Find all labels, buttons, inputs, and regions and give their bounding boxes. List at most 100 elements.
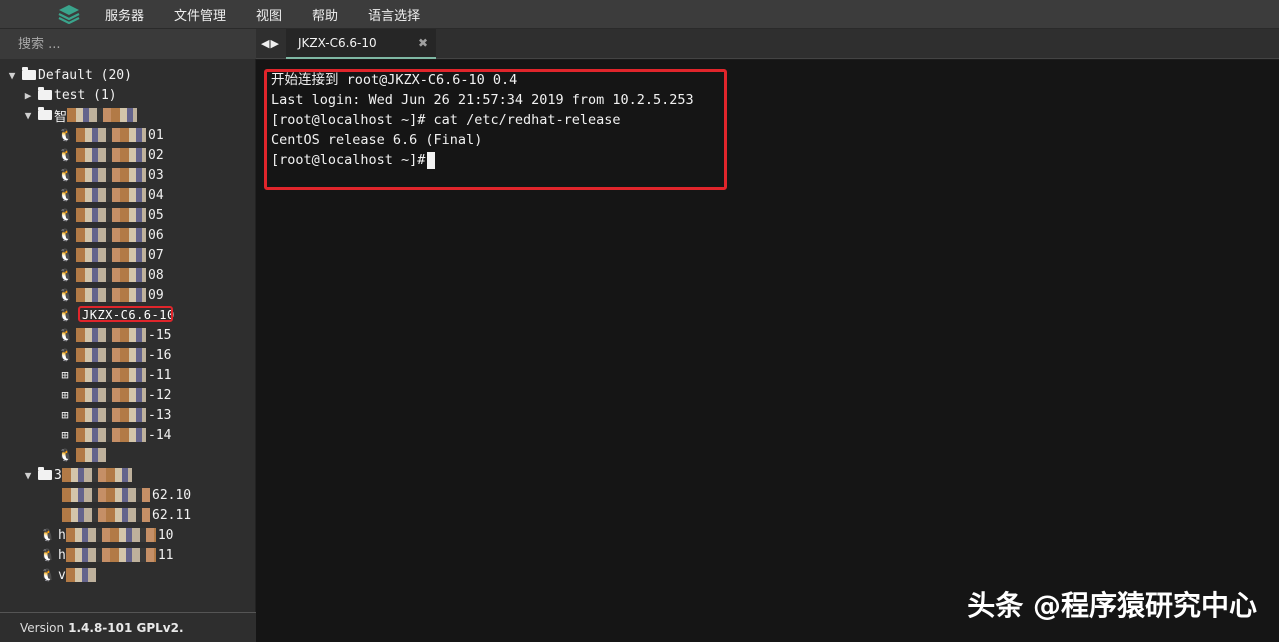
terminal-line: Last login: Wed Jun 26 21:57:34 2019 fro… bbox=[271, 92, 694, 108]
tree-folder-group3[interactable]: ▼ 3 bbox=[0, 465, 256, 485]
tree-host[interactable]: 🐧 08 bbox=[0, 265, 256, 285]
menu-file-manager[interactable]: 文件管理 bbox=[174, 5, 226, 24]
linux-icon: 🐧 bbox=[58, 208, 73, 222]
tree-host[interactable]: 🐧 09 bbox=[0, 285, 256, 305]
host-label: 09 bbox=[148, 287, 164, 303]
host-label: 01 bbox=[148, 127, 164, 143]
host-label: h bbox=[58, 547, 66, 563]
tree-folder-group2[interactable]: ▼ 智 bbox=[0, 105, 256, 125]
host-label: v bbox=[58, 567, 66, 583]
linux-icon: 🐧 bbox=[58, 168, 73, 182]
host-label: -13 bbox=[148, 407, 172, 423]
terminal-output: 开始连接到 root@JKZX-C6.6-10 0.4 Last login: … bbox=[271, 70, 694, 170]
tree-host[interactable]: 🐧 07 bbox=[0, 245, 256, 265]
selection-highlight bbox=[78, 306, 173, 322]
menu-view[interactable]: 视图 bbox=[256, 5, 282, 24]
tree-host[interactable]: 🐧 04 bbox=[0, 185, 256, 205]
tree-host[interactable]: 🐧 h 10 bbox=[0, 525, 256, 545]
redacted-text bbox=[76, 188, 146, 202]
folder-open-icon bbox=[22, 67, 36, 80]
host-label: 11 bbox=[157, 547, 174, 563]
linux-icon: 🐧 bbox=[40, 528, 55, 542]
linux-icon: 🐧 bbox=[58, 448, 73, 462]
tree-host[interactable]: 🐧 06 bbox=[0, 225, 256, 245]
redacted-text bbox=[76, 328, 146, 342]
linux-icon: 🐧 bbox=[58, 288, 73, 302]
host-label: 03 bbox=[148, 167, 164, 183]
tree-host[interactable]: 🐧 05 bbox=[0, 205, 256, 225]
tree-host[interactable]: 62.10 bbox=[0, 485, 256, 505]
host-label: 06 bbox=[148, 227, 164, 243]
tree-host[interactable]: 🐧 bbox=[0, 445, 256, 465]
linux-icon: 🐧 bbox=[58, 128, 73, 142]
redacted-text bbox=[76, 148, 146, 162]
windows-icon: ⊞ bbox=[61, 388, 69, 402]
terminal-prompt: [root@localhost ~]# bbox=[271, 152, 426, 168]
windows-icon: ⊞ bbox=[61, 368, 69, 382]
tree-host[interactable]: 🐧 03 bbox=[0, 165, 256, 185]
linux-icon: 🐧 bbox=[58, 148, 73, 162]
terminal[interactable]: 开始连接到 root@JKZX-C6.6-10 0.4 Last login: … bbox=[256, 60, 1279, 642]
host-label: -15 bbox=[148, 327, 172, 343]
host-label: 02 bbox=[148, 147, 164, 163]
tree-host[interactable]: 🐧 v bbox=[0, 565, 256, 585]
redacted-text bbox=[65, 568, 96, 582]
tree-group-label: Default (20) bbox=[38, 67, 132, 83]
tree-host-selected[interactable]: 🐧 JKZX-C6.6-10 bbox=[0, 305, 256, 325]
menubar: 服务器 文件管理 视图 帮助 语言选择 bbox=[0, 0, 1279, 29]
host-label: -14 bbox=[148, 427, 172, 443]
linux-icon: 🐧 bbox=[58, 228, 73, 242]
tree-host[interactable]: 62.11 bbox=[0, 505, 256, 525]
tree-host[interactable]: 🐧 01 bbox=[0, 125, 256, 145]
linux-icon: 🐧 bbox=[40, 548, 55, 562]
host-label: h bbox=[58, 527, 66, 543]
host-label: -11 bbox=[148, 367, 172, 383]
version-value: 1.4.8-101 GPLv2. bbox=[68, 620, 184, 635]
menu-server[interactable]: 服务器 bbox=[105, 5, 144, 24]
chevron-down-icon[interactable]: ▼ bbox=[6, 69, 18, 82]
tree-host[interactable]: ⊞ -11 bbox=[0, 365, 256, 385]
tree-host[interactable]: 🐧 -16 bbox=[0, 345, 256, 365]
tree-host[interactable]: 🐧 02 bbox=[0, 145, 256, 165]
host-label: -16 bbox=[148, 347, 172, 363]
host-label: 07 bbox=[148, 247, 164, 263]
redacted-text bbox=[76, 388, 146, 402]
tree-host[interactable]: 🐧 h 11 bbox=[0, 545, 256, 565]
menu-language[interactable]: 语言选择 bbox=[368, 5, 420, 24]
linux-icon: 🐧 bbox=[58, 328, 73, 342]
chevron-right-icon[interactable]: ▶ bbox=[22, 89, 34, 102]
tree-host[interactable]: 🐧 -15 bbox=[0, 325, 256, 345]
tree-folder-test[interactable]: ▶ test (1) bbox=[0, 85, 256, 105]
redacted-text bbox=[76, 228, 146, 242]
tab-title: JKZX-C6.6-10 bbox=[298, 36, 377, 50]
folder-open-icon bbox=[38, 467, 52, 480]
tree-host[interactable]: ⊞ -14 bbox=[0, 425, 256, 445]
tab-scroll-arrows-icon[interactable]: ◀▶ bbox=[261, 37, 280, 50]
redacted-text bbox=[76, 368, 146, 382]
terminal-line: 开始连接到 root@JKZX-C6.6-10 0.4 bbox=[271, 72, 518, 88]
redacted-text bbox=[76, 428, 146, 442]
linux-icon: 🐧 bbox=[58, 248, 73, 262]
version-label: Version bbox=[20, 620, 65, 635]
host-label: 04 bbox=[148, 187, 164, 203]
search-input[interactable] bbox=[0, 29, 256, 59]
watermark: 头条 @程序猿研究中心 bbox=[967, 589, 1257, 622]
tab-jkzx-c6-6-10[interactable]: JKZX-C6.6-10 ✖ bbox=[286, 29, 436, 59]
terminal-prompt-line: [root@localhost ~]# bbox=[271, 150, 694, 170]
sidebar: ▼ Default (20) ▶ test (1) ▼ 智 🐧 01 🐧 02 🐧 0… bbox=[0, 29, 256, 642]
menu-help[interactable]: 帮助 bbox=[312, 5, 338, 24]
redacted-text bbox=[65, 548, 156, 562]
chevron-down-icon[interactable]: ▼ bbox=[22, 469, 34, 482]
tree-host[interactable]: ⊞ -13 bbox=[0, 405, 256, 425]
chevron-down-icon[interactable]: ▼ bbox=[22, 109, 34, 122]
linux-icon: 🐧 bbox=[58, 268, 73, 282]
close-icon[interactable]: ✖ bbox=[418, 36, 428, 50]
windows-icon: ⊞ bbox=[61, 408, 69, 422]
tree-host[interactable]: ⊞ -12 bbox=[0, 385, 256, 405]
stack-logo-icon[interactable] bbox=[57, 3, 81, 25]
host-label: 10 bbox=[157, 527, 174, 543]
terminal-line: CentOS release 6.6 (Final) bbox=[271, 132, 483, 148]
tree-group-default[interactable]: ▼ Default (20) bbox=[0, 65, 256, 85]
terminal-cursor bbox=[427, 151, 436, 169]
redacted-text bbox=[76, 348, 146, 362]
